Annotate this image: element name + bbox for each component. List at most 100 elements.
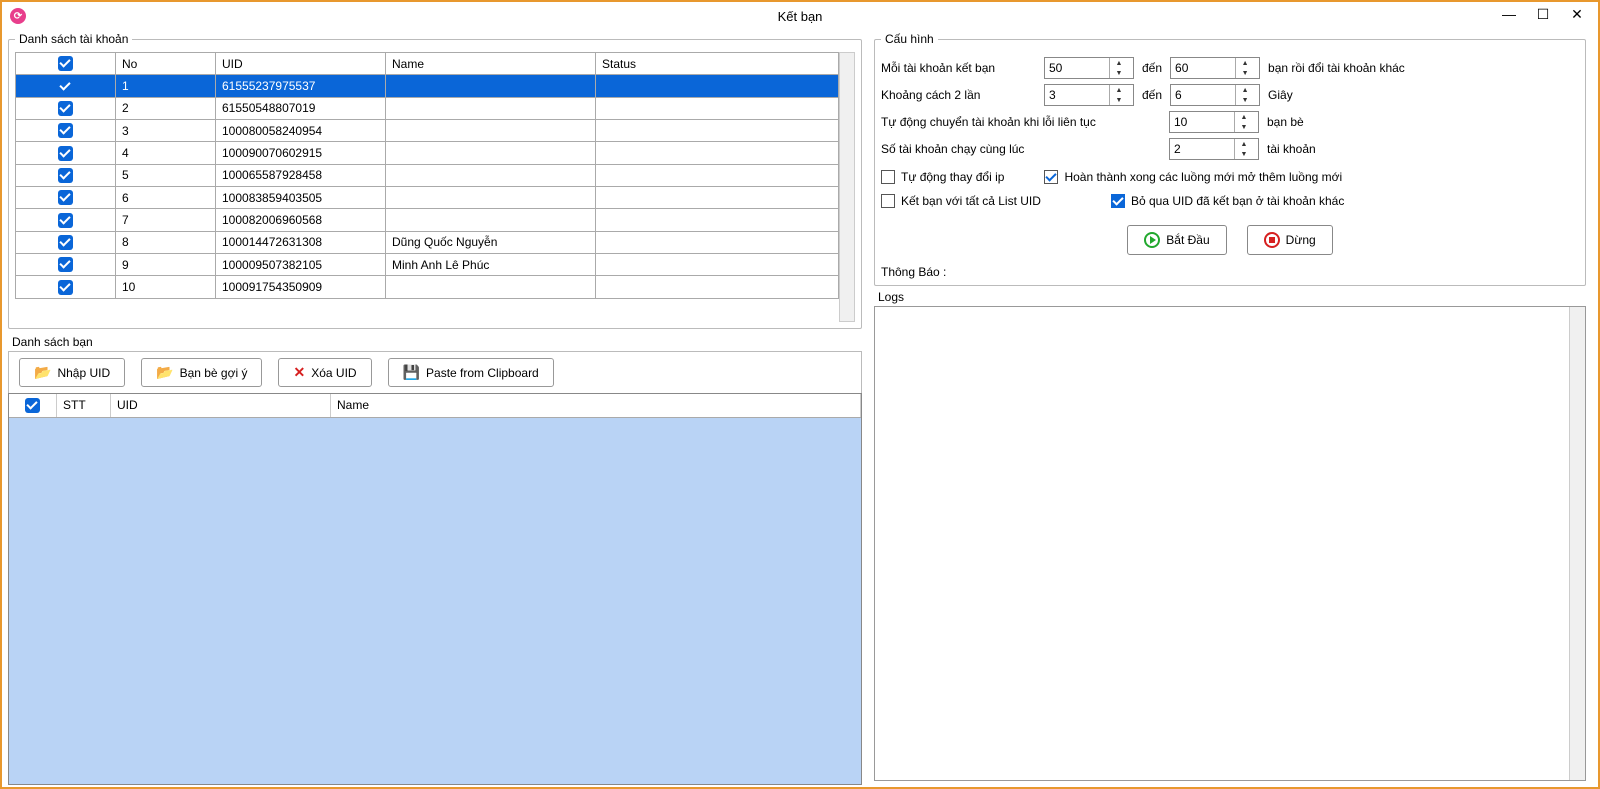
interval-from-spinner[interactable]: ▲▼ — [1044, 84, 1134, 106]
col-stt[interactable]: STT — [57, 394, 111, 417]
concurrent-spinner[interactable]: ▲▼ — [1169, 138, 1259, 160]
spin-down-icon[interactable]: ▼ — [1110, 68, 1128, 78]
config-fieldset: Cấu hình Mỗi tài khoản kết bạn ▲▼ đến ▲▼… — [874, 32, 1586, 286]
perAccount-to-input[interactable] — [1171, 58, 1235, 78]
cell-status — [596, 276, 839, 298]
accounts-scrollbar[interactable] — [839, 52, 855, 322]
table-row[interactable]: 161555237975537 — [16, 75, 839, 97]
folder-open-icon: 📂 — [156, 364, 173, 381]
play-icon — [1144, 232, 1160, 248]
col-uid[interactable]: UID — [216, 53, 386, 75]
suggest-friends-button[interactable]: 📂 Bạn bè gợi ý — [141, 358, 262, 387]
col-friend-uid[interactable]: UID — [111, 394, 331, 417]
table-row[interactable]: 8100014472631308Dũng Quốc Nguyễn — [16, 231, 839, 253]
table-row[interactable]: 5100065587928458 — [16, 164, 839, 186]
delete-uid-label: Xóa UID — [311, 366, 356, 380]
spin-up-icon[interactable]: ▲ — [1236, 85, 1254, 95]
window-controls: — ☐ ✕ — [1492, 2, 1594, 26]
all-list-checkbox[interactable]: Kết bạn với tất cả List UID — [881, 194, 1071, 208]
paste-clipboard-button[interactable]: 💾 Paste from Clipboard — [388, 358, 554, 387]
row-checkbox[interactable] — [16, 142, 116, 164]
checkbox-checked-icon — [1111, 194, 1125, 208]
table-row[interactable]: 3100080058240954 — [16, 119, 839, 141]
col-name[interactable]: Name — [386, 53, 596, 75]
cell-uid: 100090070602915 — [216, 142, 386, 164]
checkbox-icon — [881, 170, 895, 184]
complete-threads-checkbox[interactable]: Hoàn thành xong các luồng mới mở thêm lu… — [1044, 170, 1342, 184]
logs-scrollbar[interactable] — [1569, 307, 1585, 780]
table-row[interactable]: 10100091754350909 — [16, 276, 839, 298]
start-button[interactable]: Bắt Đầu — [1127, 225, 1226, 255]
row-checkbox[interactable] — [16, 119, 116, 141]
all-list-label: Kết bạn với tất cả List UID — [901, 194, 1041, 208]
cell-status — [596, 164, 839, 186]
cell-no: 4 — [116, 142, 216, 164]
spin-down-icon[interactable]: ▼ — [1110, 95, 1128, 105]
spin-up-icon[interactable]: ▲ — [1110, 58, 1128, 68]
row-checkbox[interactable] — [16, 231, 116, 253]
col-friend-name[interactable]: Name — [331, 394, 861, 417]
save-icon: 💾 — [403, 364, 420, 381]
table-row[interactable]: 4100090070602915 — [16, 142, 839, 164]
cell-no: 10 — [116, 276, 216, 298]
delete-x-icon: ✕ — [293, 364, 305, 381]
friends-header-row: STT UID Name — [9, 394, 861, 418]
cell-uid: 100009507382105 — [216, 253, 386, 275]
spin-down-icon[interactable]: ▼ — [1236, 68, 1254, 78]
row-checkbox[interactable] — [16, 253, 116, 275]
col-status[interactable]: Status — [596, 53, 839, 75]
table-row[interactable]: 6100083859403505 — [16, 186, 839, 208]
spin-up-icon[interactable]: ▲ — [1235, 112, 1253, 122]
autoip-checkbox[interactable]: Tự động thay đổi ip — [881, 170, 1004, 184]
cell-status — [596, 119, 839, 141]
perAccount-from-spinner[interactable]: ▲▼ — [1044, 57, 1134, 79]
cell-no: 9 — [116, 253, 216, 275]
logs-textarea[interactable] — [874, 306, 1586, 781]
spin-down-icon[interactable]: ▼ — [1236, 95, 1254, 105]
row-checkbox[interactable] — [16, 209, 116, 231]
friends-header-checkbox[interactable] — [9, 394, 57, 417]
delete-uid-button[interactable]: ✕ Xóa UID — [278, 358, 371, 387]
perAccount-from-input[interactable] — [1045, 58, 1109, 78]
to-label-2: đến — [1142, 88, 1162, 102]
maximize-button[interactable]: ☐ — [1526, 2, 1560, 26]
interval-to-input[interactable] — [1171, 85, 1235, 105]
friends-toolbar: 📂 Nhập UID 📂 Bạn bè gợi ý ✕ Xóa UID 💾 Pa… — [8, 351, 862, 393]
row-checkbox[interactable] — [16, 186, 116, 208]
table-row[interactable]: 261550548807019 — [16, 97, 839, 119]
logs-title: Logs — [878, 290, 1586, 304]
spin-down-icon[interactable]: ▼ — [1235, 122, 1253, 132]
row-checkbox[interactable] — [16, 276, 116, 298]
import-uid-button[interactable]: 📂 Nhập UID — [19, 358, 125, 387]
skip-uid-checkbox[interactable]: Bỏ qua UID đã kết bạn ở tài khoản khác — [1111, 194, 1344, 208]
autoswitch-input[interactable] — [1170, 112, 1234, 132]
close-button[interactable]: ✕ — [1560, 2, 1594, 26]
row-checkbox[interactable] — [16, 164, 116, 186]
cell-no: 2 — [116, 97, 216, 119]
friends-table[interactable]: STT UID Name — [8, 393, 862, 785]
spin-down-icon[interactable]: ▼ — [1235, 149, 1253, 159]
spin-up-icon[interactable]: ▲ — [1235, 139, 1253, 149]
titlebar: ⟳ Kết bạn — ☐ ✕ — [2, 2, 1598, 30]
autoswitch-spinner[interactable]: ▲▼ — [1169, 111, 1259, 133]
table-row[interactable]: 9100009507382105Minh Anh Lê Phúc — [16, 253, 839, 275]
interval-to-spinner[interactable]: ▲▼ — [1170, 84, 1260, 106]
stop-button[interactable]: Dừng — [1247, 225, 1333, 255]
cell-name — [386, 142, 596, 164]
col-no[interactable]: No — [116, 53, 216, 75]
minimize-button[interactable]: — — [1492, 2, 1526, 26]
cell-uid: 100014472631308 — [216, 231, 386, 253]
spin-up-icon[interactable]: ▲ — [1236, 58, 1254, 68]
accounts-table[interactable]: No UID Name Status 161555237975537261550… — [15, 52, 839, 299]
concurrent-input[interactable] — [1170, 139, 1234, 159]
autoswitch-suffix: bạn bè — [1267, 115, 1304, 129]
accounts-header-checkbox[interactable] — [16, 53, 116, 75]
interval-from-input[interactable] — [1045, 85, 1109, 105]
perAccount-to-spinner[interactable]: ▲▼ — [1170, 57, 1260, 79]
spin-up-icon[interactable]: ▲ — [1110, 85, 1128, 95]
cfg-interval-label: Khoảng cách 2 lần — [881, 88, 1036, 102]
row-checkbox[interactable] — [16, 97, 116, 119]
row-checkbox[interactable] — [16, 75, 116, 97]
table-row[interactable]: 7100082006960568 — [16, 209, 839, 231]
cell-name: Dũng Quốc Nguyễn — [386, 231, 596, 253]
